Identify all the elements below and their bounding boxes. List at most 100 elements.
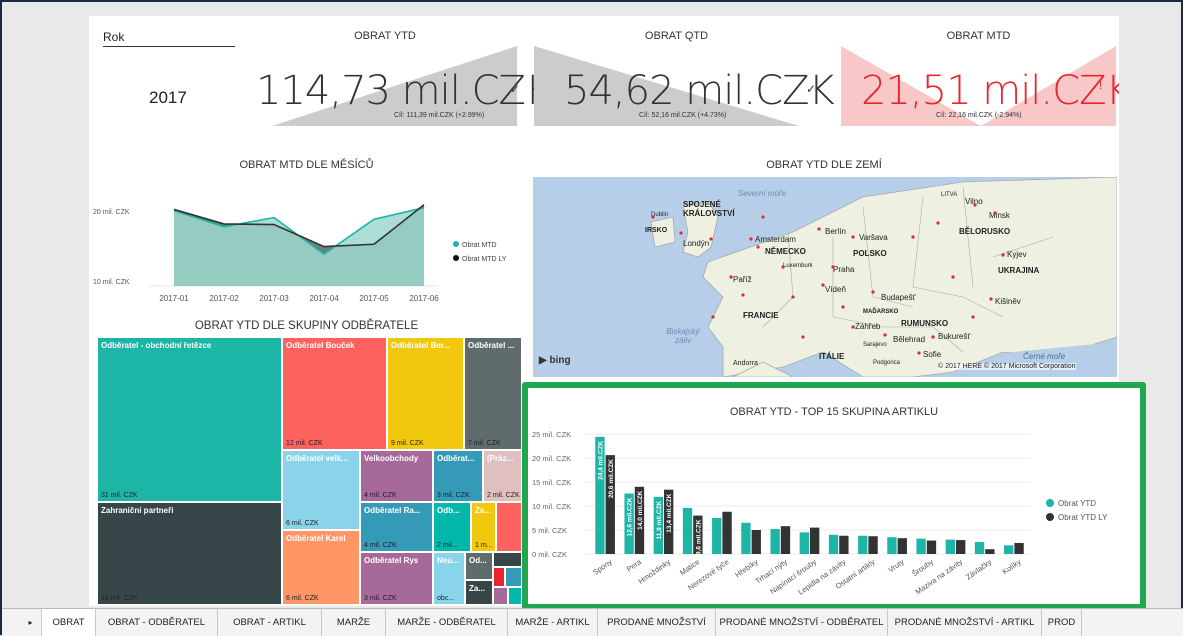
bar-legend-marker[interactable] [1046, 499, 1054, 507]
map-dot[interactable] [973, 203, 977, 207]
tab-5[interactable]: MARŽE - ARTIKL [508, 609, 598, 636]
map-dot[interactable] [821, 283, 825, 287]
map-dot[interactable] [679, 231, 683, 235]
tab-7[interactable]: PRODANÉ MNOŽSTVÍ - ODBĚRATEL [716, 609, 888, 636]
map-dot[interactable] [749, 237, 753, 241]
bar[interactable] [887, 537, 897, 554]
bar[interactable] [897, 538, 907, 554]
map-dot[interactable] [711, 315, 715, 319]
treemap-cell[interactable]: Za... [465, 580, 493, 605]
treemap-cell[interactable] [493, 567, 505, 587]
treemap-cell[interactable]: Odběratel Bouček 12 mil. CZK [282, 337, 387, 450]
map-dot[interactable] [989, 297, 993, 301]
tab-8[interactable]: PRODANÉ MNOŽSTVÍ - ARTIKL [888, 609, 1042, 636]
bar[interactable] [780, 526, 791, 554]
bar[interactable] [799, 532, 809, 554]
treemap-cell[interactable]: Odběratel Ber... 9 mil. CZK [387, 337, 464, 450]
treemap-cell[interactable]: Zahraniční partneři 19 mil. CZK [97, 502, 282, 605]
bar[interactable] [1004, 545, 1014, 554]
treemap-visual[interactable]: OBRAT YTD DLE SKUPINY ODBĚRATELE Odběrat… [89, 316, 524, 606]
bar[interactable] [1014, 542, 1024, 554]
map-dot[interactable] [817, 227, 821, 231]
treemap-cell[interactable] [505, 567, 522, 587]
treemap-cell[interactable]: Odběratel velk... 6 mil. CZK [282, 450, 360, 530]
map-dot[interactable] [993, 211, 997, 215]
bar[interactable] [722, 511, 732, 554]
tab-2[interactable]: OBRAT - ARTIKL [218, 609, 322, 636]
bar[interactable] [868, 536, 878, 554]
bar[interactable] [770, 529, 780, 554]
bar[interactable] [751, 530, 761, 554]
map-dot[interactable] [801, 335, 805, 339]
map-dot[interactable] [971, 315, 975, 319]
area-chart[interactable]: OBRAT MTD DLE MĚSÍCŮ 20 mil. CZK 10 mil.… [89, 151, 524, 306]
map-dot[interactable] [791, 295, 795, 299]
map-dot[interactable] [911, 235, 915, 239]
treemap-cell[interactable] [493, 587, 508, 605]
map-dot[interactable] [756, 245, 760, 249]
map-dot[interactable] [651, 215, 655, 219]
treemap-cell[interactable]: Odb... 2 mil... [433, 502, 471, 552]
treemap-cell[interactable]: Odběratel Ra... 4 mil. CZK [360, 502, 433, 552]
treemap-cell[interactable]: Od... [465, 552, 493, 580]
treemap-cell[interactable] [496, 502, 522, 552]
bar[interactable] [712, 518, 722, 554]
kpi-mtd[interactable]: OBRAT MTD 21,51 mil.CZK ! Cíl: 22,16 mil… [841, 16, 1119, 126]
tab-3[interactable]: MARŽE [322, 609, 386, 636]
bar[interactable] [916, 538, 926, 554]
map-visual[interactable]: OBRAT YTD DLE ZEMÍ Severní moře SPOJENÉ … [529, 151, 1119, 391]
tab-1[interactable]: OBRAT - ODBĚRATEL [96, 609, 218, 636]
treemap-cell[interactable]: Neu... obc... [433, 552, 465, 605]
slicer-value[interactable]: 2017 [149, 88, 187, 108]
map-dot[interactable] [931, 335, 935, 339]
treemap-cell[interactable] [508, 587, 522, 605]
map-dot[interactable] [741, 293, 745, 297]
kpi-qtd[interactable]: OBRAT QTD 54,62 mil.CZK ✓ Cíl: 52,16 mil… [529, 16, 835, 126]
treemap-cell[interactable]: Odběratel ... 7 mil. CZK [464, 337, 522, 450]
map-dot[interactable] [781, 265, 785, 269]
map-dot[interactable] [831, 265, 835, 269]
tab-0[interactable]: OBRAT [42, 609, 96, 636]
tab-scroll-left-icon[interactable]: ▸ [20, 609, 42, 636]
bar[interactable] [858, 535, 868, 554]
bar[interactable] [974, 542, 985, 554]
map-dot[interactable] [729, 275, 733, 279]
map-dot[interactable] [951, 275, 955, 279]
map-dot[interactable] [709, 237, 713, 241]
map-dot[interactable] [871, 290, 875, 294]
tab-9[interactable]: PROD [1042, 609, 1082, 636]
treemap-cell[interactable]: Za... 1 m... [471, 502, 496, 552]
treemap-cell[interactable]: Odběratel - obchodní řetězce 31 mil. CZK [97, 337, 282, 502]
map-dot[interactable] [917, 351, 921, 355]
bar-chart-visual[interactable]: OBRAT YTD - TOP 15 SKUPINA ARTIKLU 25 mi… [522, 382, 1146, 610]
bar[interactable] [985, 549, 995, 554]
treemap-cell[interactable]: Odběratel Karel 6 mil. CZK [282, 530, 360, 605]
tab-4[interactable]: MARŽE - ODBĚRATEL [386, 609, 508, 636]
treemap-cell[interactable]: Velkoobchody 4 mil. CZK [360, 450, 433, 502]
area-legend-item[interactable]: Obrat MTD [453, 241, 497, 249]
year-slicer[interactable]: Rok 2017 [103, 30, 237, 120]
map-dot[interactable] [761, 215, 765, 219]
map-dot[interactable] [1001, 253, 1005, 257]
bar[interactable] [828, 534, 839, 554]
bar[interactable] [810, 527, 820, 554]
kpi-ytd[interactable]: OBRAT YTD 114,73 mil.CZK ✓ Cíl: 111,39 m… [242, 16, 551, 126]
treemap-cell[interactable]: Odběratel Rys 3 mil. CZK [360, 552, 433, 605]
area-legend-item[interactable]: Obrat MTD LY [453, 255, 507, 263]
map-dot[interactable] [936, 221, 940, 225]
treemap-cell[interactable]: Odběrat... 3 mil. CZK [433, 450, 483, 502]
map-area[interactable]: Severní moře SPOJENÉ KRÁLOVSTVÍ Dublin I… [533, 177, 1117, 377]
bar-legend-marker[interactable] [1046, 513, 1054, 521]
map-dot[interactable] [841, 305, 845, 309]
tab-6[interactable]: PRODANÉ MNOŽSTVÍ [598, 609, 716, 636]
bar[interactable] [926, 540, 937, 554]
bar-legend-label[interactable]: Obrat YTD LY [1058, 513, 1108, 522]
bar[interactable] [682, 507, 693, 554]
treemap-cell[interactable]: (Práz... 2 mil. CZK [483, 450, 522, 502]
bar[interactable] [839, 535, 849, 554]
map-dot[interactable] [851, 325, 855, 329]
bar-legend-label[interactable]: Obrat YTD [1058, 499, 1096, 508]
bar[interactable] [945, 539, 955, 554]
map-dot[interactable] [851, 235, 855, 239]
treemap-cell[interactable] [493, 552, 522, 567]
